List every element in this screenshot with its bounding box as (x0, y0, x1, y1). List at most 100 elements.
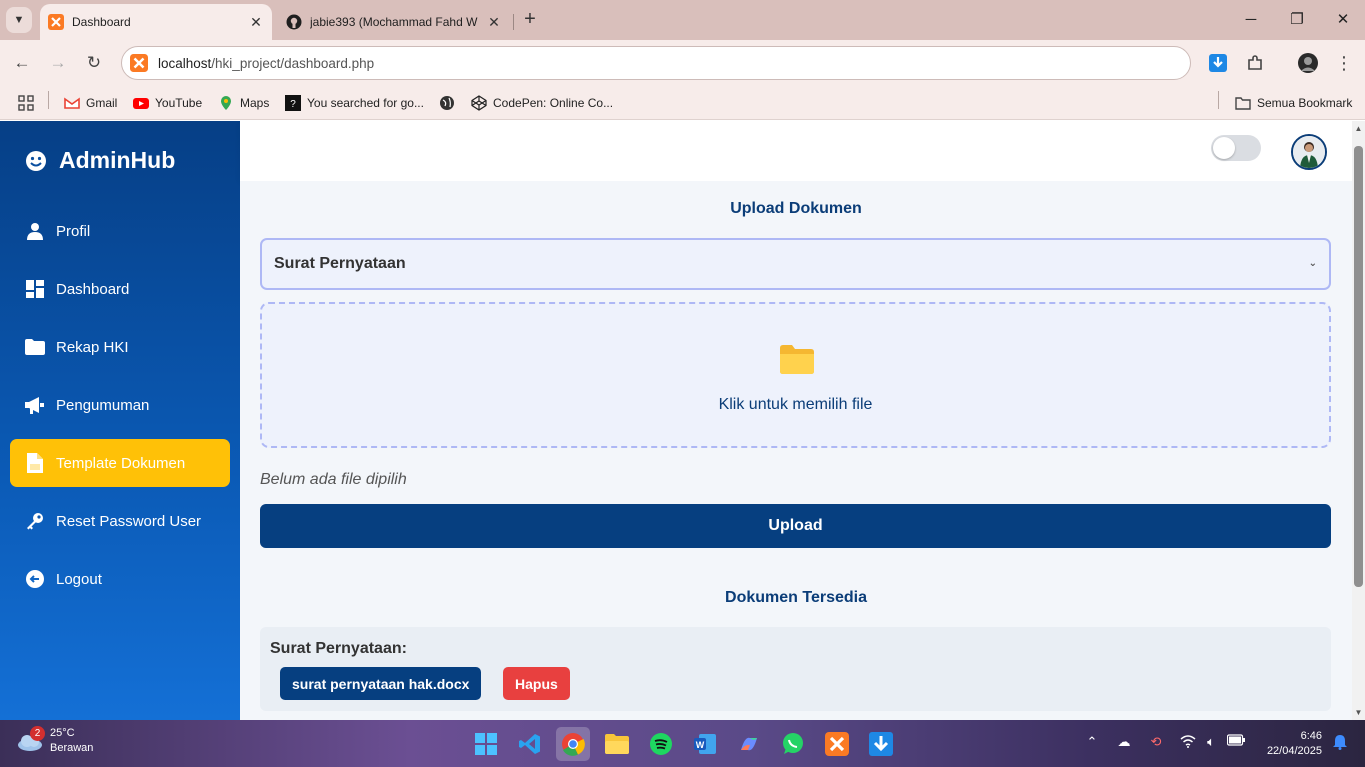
megaphone-icon (25, 395, 45, 415)
wifi-icon[interactable] (1177, 734, 1199, 754)
profile-icon[interactable] (1296, 51, 1320, 75)
bookmark-label: Maps (240, 96, 270, 110)
bookmark-label: Gmail (86, 96, 118, 110)
notification-bell-icon[interactable] (1329, 734, 1351, 754)
bookmark-divider (48, 91, 49, 109)
battery-icon[interactable] (1225, 734, 1247, 754)
chrome-icon (562, 733, 585, 756)
sidebar-item-dashboard[interactable]: Dashboard (10, 265, 230, 313)
brand-name: AdminHub (59, 147, 176, 173)
bookmark-gmail[interactable]: Gmail (64, 92, 117, 114)
bookmark-youtube[interactable]: YouTube (133, 92, 202, 114)
bookmark-label: You searched for go... (307, 96, 424, 110)
all-bookmarks-label: Semua Bookmark (1257, 96, 1353, 110)
sidebar-item-reset-password[interactable]: Reset Password User (10, 497, 230, 545)
all-bookmarks-button[interactable]: Semua Bookmark (1235, 92, 1352, 114)
word-app[interactable]: W (688, 727, 722, 761)
forward-arrow-icon[interactable]: → (46, 51, 70, 75)
scroll-up-arrow-icon[interactable]: ▲ (1354, 124, 1363, 133)
youtube-icon (133, 98, 149, 109)
main-content: Upload Dokumen Surat Pernyataan ⌄ Klik u… (240, 121, 1352, 720)
file-dropzone[interactable]: Klik untuk memilih file (260, 302, 1331, 448)
document-type-select[interactable]: Surat Pernyataan ⌄ (260, 238, 1331, 290)
download-manager-app[interactable] (864, 727, 898, 761)
chevron-down-icon: ▼ (13, 14, 25, 26)
xampp-icon (825, 732, 849, 756)
whatsapp-app[interactable] (776, 727, 810, 761)
more-menu-icon[interactable]: ⋮ (1332, 51, 1356, 75)
tab-divider (513, 14, 514, 30)
svg-text:W: W (696, 740, 705, 750)
close-tab-icon[interactable]: ✕ (484, 14, 504, 31)
file-explorer-icon (605, 734, 629, 754)
download-extension-icon[interactable] (1206, 51, 1230, 75)
bookmark-search-result[interactable]: ? You searched for go... (285, 92, 424, 114)
volume-icon[interactable]: 🔈︎ (1200, 734, 1222, 754)
tab-search-button[interactable]: ▼ (6, 7, 32, 33)
xampp-app[interactable] (820, 727, 854, 761)
sidebar-item-pengumuman[interactable]: Pengumuman (10, 381, 230, 429)
spotify-app[interactable] (644, 727, 678, 761)
weather-badge: 2 (30, 726, 45, 741)
scrollbar-thumb[interactable] (1354, 146, 1363, 587)
maximize-button[interactable]: ❐ (1274, 8, 1320, 32)
svg-text:?: ? (290, 99, 296, 110)
weather-widget[interactable]: 2 25°C Berawan (16, 726, 93, 756)
maps-icon (221, 96, 231, 110)
windows-taskbar: 2 25°C Berawan W ⌃ ☁ ⟲ 🔈︎ 6:46 22/04/202… (0, 720, 1365, 767)
extensions-icon[interactable] (1243, 51, 1267, 75)
reload-icon[interactable]: ↻ (82, 51, 106, 75)
sidebar-item-label: Logout (56, 570, 102, 588)
delete-document-button[interactable]: Hapus (503, 667, 570, 700)
url-host: localhost (158, 55, 212, 71)
download-icon (869, 732, 893, 756)
bookmarks-bar: Gmail YouTube Maps ? You searched for go… (0, 86, 1365, 120)
chrome-app[interactable] (556, 727, 590, 761)
minimize-button[interactable]: ─ (1228, 8, 1274, 32)
apps-grid-icon[interactable] (18, 92, 34, 114)
dark-mode-toggle[interactable] (1211, 135, 1261, 161)
tab-github[interactable]: jabie393 (Mochammad Fahd W ✕ (278, 4, 510, 40)
selected-file-status: Belum ada file dipilih (260, 471, 407, 488)
page-scrollbar[interactable]: ▲ ▼ (1352, 121, 1365, 720)
system-clock[interactable]: 6:46 22/04/2025 (1250, 729, 1322, 759)
vscode-app[interactable] (513, 727, 547, 761)
document-card: Surat Pernyataan: surat pernyataan hak.d… (260, 627, 1331, 711)
sidebar-item-template-dokumen[interactable]: Template Dokumen (10, 439, 230, 487)
tab-title: Dashboard (72, 15, 131, 29)
bookmark-globe[interactable] (439, 92, 461, 114)
chevron-up-icon[interactable]: ⌃ (1081, 734, 1103, 754)
tab-dashboard[interactable]: Dashboard ✕ (40, 4, 272, 40)
web-page: AdminHub Profil Dashboard Rekap HKI Peng… (0, 121, 1352, 720)
scroll-down-arrow-icon[interactable]: ▼ (1354, 708, 1363, 717)
sidebar-item-logout[interactable]: Logout (10, 555, 230, 603)
url-path: /hki_project/dashboard.php (211, 55, 375, 71)
document-category: Surat Pernyataan: (270, 640, 407, 657)
close-window-button[interactable]: ✕ (1320, 8, 1365, 32)
avatar[interactable] (1291, 134, 1327, 170)
file-explorer-app[interactable] (600, 727, 634, 761)
globe-icon (440, 96, 454, 110)
dashboard-icon (25, 279, 45, 299)
sidebar: AdminHub Profil Dashboard Rekap HKI Peng… (0, 121, 240, 720)
smiley-icon (26, 150, 46, 171)
bookmark-codepen[interactable]: CodePen: Online Co... (471, 92, 613, 114)
back-arrow-icon[interactable]: ← (10, 51, 34, 75)
address-bar[interactable]: localhost/hki_project/dashboard.php (121, 46, 1191, 80)
whatsapp-icon (783, 733, 803, 754)
bookmark-divider (1218, 91, 1219, 109)
start-button[interactable] (469, 727, 503, 761)
sync-alert-icon[interactable]: ⟲ (1145, 734, 1167, 754)
download-document-button[interactable]: surat pernyataan hak.docx (280, 667, 482, 700)
sidebar-item-rekap-hki[interactable]: Rekap HKI (10, 323, 230, 371)
copilot-app[interactable] (732, 727, 766, 761)
brand[interactable]: AdminHub (24, 147, 175, 174)
browser-tab-strip: ▼ Dashboard ✕ jabie393 (Mochammad Fahd W… (0, 0, 1365, 40)
new-tab-button[interactable]: + (520, 8, 540, 32)
close-tab-icon[interactable]: ✕ (246, 14, 266, 31)
onedrive-icon[interactable]: ☁ (1113, 734, 1135, 754)
sidebar-item-profil[interactable]: Profil (10, 207, 230, 255)
upload-button[interactable]: Upload (260, 504, 1331, 548)
clock-time: 6:46 (1300, 730, 1322, 742)
bookmark-maps[interactable]: Maps (218, 92, 269, 114)
